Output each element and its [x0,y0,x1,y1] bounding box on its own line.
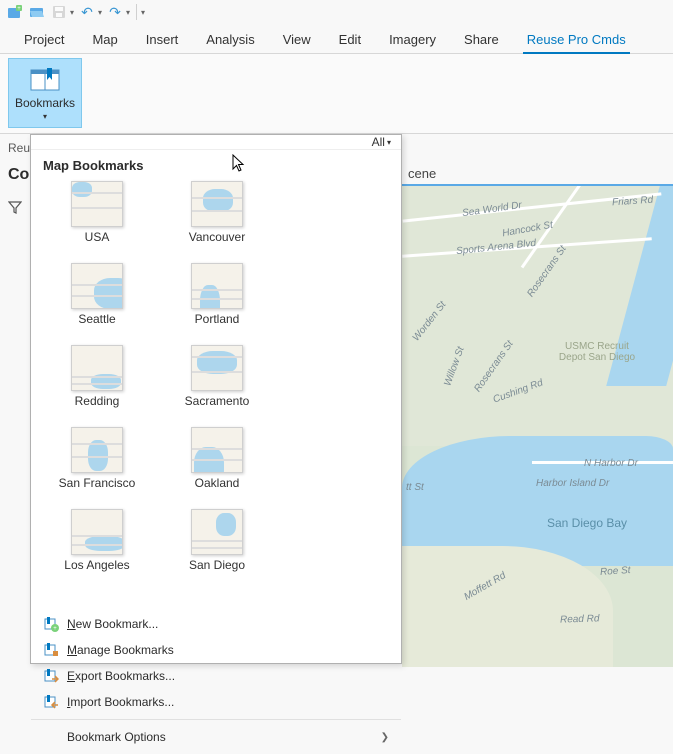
bookmarks-filter[interactable]: All ▾ [31,135,401,150]
bookmarks-icon [29,66,61,94]
export-bookmarks-icon [43,668,59,684]
bookmark-item[interactable]: Portland [157,263,277,345]
action-label: New Bookmark... [67,617,158,631]
quick-access-toolbar: + ▾ ↶ ▾ ↷ ▾ ▾ [0,0,673,24]
bookmark-label: Oakland [195,477,240,490]
action-label: Export Bookmarks... [67,669,175,683]
bookmark-thumbnail [191,427,243,473]
svg-text:+: + [53,626,57,632]
chevron-down-icon: ▾ [43,112,47,121]
bookmarks-dropdown: All ▾ Map Bookmarks USA Vancouver Seattl… [30,134,402,664]
tab-edit[interactable]: Edit [325,26,375,53]
map-view[interactable]: Friars RdSea World DrHancock StSports Ar… [402,186,673,667]
tab-reuse-pro-cmds[interactable]: Reuse Pro Cmds [513,26,640,53]
import-bookmarks-icon [43,694,59,710]
new-project-icon[interactable]: + [6,3,24,21]
tab-analysis[interactable]: Analysis [192,26,268,53]
bookmark-label: Redding [75,395,120,408]
tab-share[interactable]: Share [450,26,513,53]
bookmarks-button[interactable]: Bookmarks ▾ [8,58,82,128]
manage-bookmarks-action[interactable]: Manage Bookmarks [31,637,401,663]
bookmark-thumbnail [191,263,243,309]
bookmark-label: Los Angeles [64,559,129,572]
bookmark-item[interactable]: San Diego [157,509,277,591]
bookmark-label: USA [85,231,110,244]
redo-dropdown-caret[interactable]: ▾ [126,8,130,17]
bookmark-label: Seattle [78,313,115,326]
bookmarks-filter-label: All [372,135,385,149]
undo-icon[interactable]: ↶ [78,3,96,21]
filter-icon[interactable] [8,200,22,214]
bookmarks-section-title: Map Bookmarks [31,150,401,177]
dropdown-actions: + New Bookmark... Manage Bookmarks Expor… [31,607,401,754]
svg-text:+: + [17,6,21,12]
contents-pane-title: Co [8,166,29,184]
map-street-label: USMC Recruit Depot San Diego [552,341,642,363]
bookmark-item[interactable]: Oakland [157,427,277,509]
map-street-label: N Harbor Dr [584,458,638,469]
tab-project[interactable]: Project [10,26,78,53]
bookmark-thumbnail [71,509,123,555]
bookmark-label: Sacramento [185,395,250,408]
action-label: Manage Bookmarks [67,643,174,657]
bookmark-thumbnail [191,181,243,227]
bookmark-item[interactable]: Redding [37,345,157,427]
import-bookmarks-action[interactable]: Import Bookmarks... [31,689,401,715]
bookmark-label: Portland [195,313,240,326]
manage-bookmarks-icon [43,642,59,658]
undo-dropdown-caret[interactable]: ▾ [98,8,102,17]
bookmark-item[interactable]: San Francisco [37,427,157,509]
bookmark-item[interactable]: Seattle [37,263,157,345]
save-dropdown-caret[interactable]: ▾ [70,8,74,17]
bookmark-thumbnail [191,345,243,391]
new-bookmark-action[interactable]: + New Bookmark... [31,611,401,637]
bookmark-label: Vancouver [189,231,245,244]
new-bookmark-icon: + [43,616,59,632]
save-icon[interactable] [50,3,68,21]
tab-map[interactable]: Map [78,26,131,53]
bookmark-item[interactable]: USA [37,181,157,263]
redo-icon[interactable]: ↷ [106,3,124,21]
open-project-icon[interactable] [28,3,46,21]
tab-insert[interactable]: Insert [132,26,193,53]
bookmarks-grid: USA Vancouver Seattle Portland Redding S… [31,177,401,599]
bookmark-thumbnail [71,345,123,391]
action-label: Import Bookmarks... [67,695,174,709]
ribbon: Bookmarks ▾ [0,54,673,134]
bookmark-label: San Francisco [59,477,136,490]
tab-view[interactable]: View [269,26,325,53]
tab-imagery[interactable]: Imagery [375,26,450,53]
bookmark-item[interactable]: Los Angeles [37,509,157,591]
map-street-label: Read Rd [560,613,600,625]
bookmark-options-action[interactable]: Bookmark Options ❯ [31,724,401,750]
customize-qat-caret[interactable]: ▾ [141,8,145,17]
bookmark-label: San Diego [189,559,245,572]
map-street-label: Roe St [600,565,631,578]
bookmarks-label: Bookmarks [15,96,75,110]
ribbon-tab-strip: Project Map Insert Analysis View Edit Im… [0,24,673,54]
scene-tab-partial[interactable]: cene [408,166,436,181]
map-street-label: Harbor Island Dr [536,478,609,489]
map-street-label: tt St [406,482,424,493]
dropdown-separator [31,719,401,720]
bookmark-thumbnail [71,181,123,227]
qat-separator [136,4,137,20]
bookmark-item[interactable]: Vancouver [157,181,277,263]
map-street-label: San Diego Bay [542,516,632,530]
chevron-down-icon: ▾ [387,138,391,147]
action-label: Bookmark Options [67,730,166,744]
bookmark-thumbnail [71,263,123,309]
bookmark-thumbnail [191,509,243,555]
bookmark-item[interactable]: Sacramento [157,345,277,427]
bookmark-thumbnail [71,427,123,473]
chevron-right-icon: ❯ [381,732,389,743]
blank-icon [43,729,59,745]
